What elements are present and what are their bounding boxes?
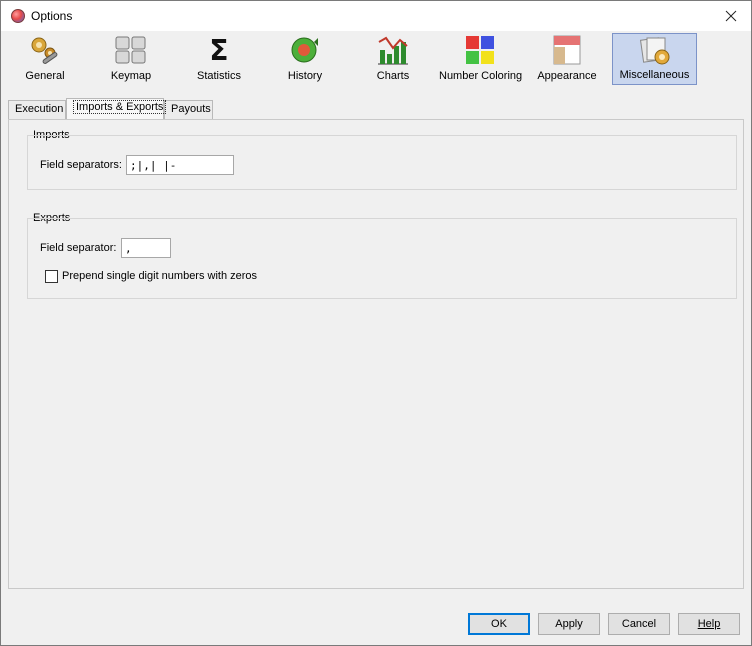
category-label: Appearance [537,70,597,82]
title-bar: Options [1,1,751,31]
ok-button[interactable]: OK [468,613,530,635]
apply-button[interactable]: Apply [538,613,600,635]
documents-gear-icon [638,35,672,67]
close-button[interactable] [711,1,751,31]
prepend-zeros-checkbox[interactable] [45,270,58,283]
gears-wrench-icon [28,34,62,66]
prepend-zeros-label: Prepend single digit numbers with zeros [62,270,258,282]
history-refresh-icon [288,34,322,66]
tab-label: Execution [15,103,64,115]
apply-button-label: Apply [555,618,583,630]
category-miscellaneous[interactable]: Miscellaneous [612,33,697,85]
svg-text:Σ: Σ [209,34,228,66]
field-separator-label: Field separator: [40,242,117,254]
cancel-button-label: Cancel [621,618,657,630]
help-button[interactable]: Help [678,613,740,635]
category-appearance[interactable]: Appearance [535,33,599,85]
close-icon [725,10,737,22]
category-keymap[interactable]: Keymap [101,33,161,85]
bar-chart-icon [376,34,410,66]
category-label: Keymap [110,70,152,82]
category-toolbar: General Keymap Σ Statistics History Char… [1,31,751,87]
field-separator-input[interactable] [121,238,171,258]
app-logo-icon [11,9,25,23]
tab-imports-exports[interactable]: Imports & Exports [66,98,167,119]
exports-group-box [27,218,737,299]
category-charts[interactable]: Charts [363,33,423,85]
window-title: Options [31,9,73,23]
color-grid-icon [463,34,497,66]
tab-execution[interactable]: Execution [8,100,66,119]
category-number-coloring[interactable]: Number Coloring [439,33,523,85]
category-label: General [25,70,65,82]
options-dialog: Options General Keymap Σ Statistics Hist… [0,0,752,646]
ok-button-label: OK [491,618,507,630]
keyboard-keys-icon [114,34,148,66]
sigma-icon: Σ [202,34,236,67]
category-label: History [287,70,323,82]
field-separators-label: Field separators: [40,159,122,171]
category-statistics[interactable]: Σ Statistics [189,33,249,85]
tab-label: Imports & Exports [73,100,167,114]
imports-exports-panel: Imports Field separators: Exports Field … [8,119,744,589]
category-general[interactable]: General [15,33,75,85]
help-button-label: Help [697,618,721,630]
category-label: Statistics [196,70,241,82]
cancel-button[interactable]: Cancel [608,613,670,635]
layout-panels-icon [550,34,584,66]
tab-label: Payouts [171,103,211,115]
category-label: Number Coloring [439,70,523,82]
category-label: Miscellaneous [619,69,690,81]
category-label: Charts [376,70,410,82]
tab-payouts[interactable]: Payouts [164,100,213,119]
field-separators-input[interactable] [126,155,234,175]
category-history[interactable]: History [275,33,335,85]
